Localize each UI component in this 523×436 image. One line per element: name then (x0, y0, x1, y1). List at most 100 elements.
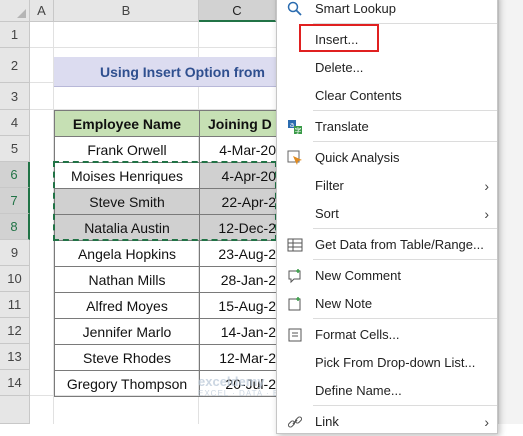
new-note-icon (287, 296, 303, 312)
row-header-8[interactable]: 8 (0, 214, 30, 240)
table-row: Frank Orwell 4-Mar-20 (54, 136, 277, 163)
menu-label: Format Cells... (315, 327, 400, 342)
sheet-title: Using Insert Option from (54, 57, 276, 87)
table-icon (287, 237, 303, 253)
menu-item-sort[interactable]: Sort › (277, 200, 497, 228)
menu-item-smart-lookup[interactable]: Smart Lookup (277, 0, 497, 23)
header-joining-date[interactable]: Joining D (199, 110, 277, 137)
menu-separator (313, 141, 497, 142)
svg-text:字: 字 (295, 126, 302, 135)
link-icon (287, 414, 303, 430)
menu-item-format-cells[interactable]: Format Cells... (277, 321, 497, 349)
menu-item-pick-from-list[interactable]: Pick From Drop-down List... (277, 349, 497, 377)
row-header-6[interactable]: 6 (0, 162, 30, 188)
menu-label: New Note (315, 296, 373, 311)
column-header-c[interactable]: C (199, 0, 276, 22)
joining-date-cell[interactable]: 14-Jan-2 (199, 318, 277, 345)
table-row: Angela Hopkins 23-Aug-2 (54, 240, 277, 267)
menu-label: Smart Lookup (315, 1, 396, 16)
row-header-11[interactable]: 11 (0, 292, 30, 318)
menu-item-link[interactable]: Link › (277, 408, 497, 436)
menu-label: Define Name... (315, 383, 402, 398)
menu-separator (313, 228, 497, 229)
row-header-5[interactable]: 5 (0, 136, 30, 162)
employee-name-cell[interactable]: Angela Hopkins (54, 240, 200, 267)
context-menu: Smart Lookup Insert... Delete... Clear C… (276, 0, 498, 434)
menu-item-define-name[interactable]: Define Name... (277, 377, 497, 405)
employee-name-cell[interactable]: Jennifer Marlo (54, 318, 200, 345)
submenu-chevron-icon: › (484, 178, 489, 194)
menu-label: Quick Analysis (315, 150, 400, 165)
employee-name-cell[interactable]: Steve Smith (54, 188, 200, 215)
select-all-triangle-icon (17, 9, 26, 18)
joining-date-cell[interactable]: 12-Dec-2 (199, 214, 277, 241)
menu-label: Link (315, 414, 339, 429)
joining-date-cell[interactable]: 28-Jan-2 (199, 266, 277, 293)
employee-name-cell[interactable]: Natalia Austin (54, 214, 200, 241)
employee-name-cell[interactable]: Moises Henriques (54, 162, 200, 189)
column-header-a[interactable]: A (30, 0, 54, 22)
menu-item-delete[interactable]: Delete... (277, 54, 497, 82)
menu-label: Filter (315, 178, 344, 193)
table-row: Steve Rhodes 12-Mar-2 (54, 344, 277, 371)
menu-label: Translate (315, 119, 369, 134)
row-header-2[interactable]: 2 (0, 48, 30, 83)
quick-analysis-icon (287, 150, 303, 166)
right-edge-strip (498, 0, 523, 424)
table-row: Natalia Austin 12-Dec-2 (54, 214, 277, 241)
row-header-9[interactable]: 9 (0, 240, 30, 266)
new-comment-icon (287, 268, 303, 284)
menu-item-filter[interactable]: Filter › (277, 172, 497, 200)
menu-label: Pick From Drop-down List... (315, 355, 476, 370)
employee-name-cell[interactable]: Frank Orwell (54, 136, 200, 163)
employee-table: Employee Name Joining D Frank Orwell 4-M… (54, 110, 277, 397)
table-row: Moises Henriques 4-Apr-20 (54, 162, 277, 189)
menu-item-new-comment[interactable]: New Comment (277, 262, 497, 290)
employee-name-cell[interactable]: Nathan Mills (54, 266, 200, 293)
translate-icon: a字 (287, 119, 303, 135)
select-all-corner[interactable] (0, 0, 30, 22)
row-header-3[interactable]: 3 (0, 83, 30, 110)
joining-date-cell[interactable]: 23-Aug-2 (199, 240, 277, 267)
row-header-13[interactable]: 13 (0, 344, 30, 370)
menu-separator (313, 318, 497, 319)
menu-item-quick-analysis[interactable]: Quick Analysis (277, 144, 497, 172)
row-header-1[interactable]: 1 (0, 22, 30, 48)
joining-date-cell[interactable]: 4-Mar-20 (199, 136, 277, 163)
joining-date-cell[interactable]: 15-Aug-2 (199, 292, 277, 319)
menu-label: Delete... (315, 60, 364, 75)
submenu-chevron-icon: › (484, 206, 489, 222)
row-header-14[interactable]: 14 (0, 370, 30, 396)
menu-item-translate[interactable]: a字 Translate (277, 113, 497, 141)
joining-date-cell[interactable]: 22-Apr-2 (199, 188, 277, 215)
menu-separator (313, 405, 497, 406)
format-cells-icon (287, 327, 303, 343)
menu-item-clear-contents[interactable]: Clear Contents (277, 82, 497, 110)
employee-name-cell[interactable]: Gregory Thompson (54, 370, 200, 397)
menu-item-get-data[interactable]: Get Data from Table/Range... (277, 231, 497, 259)
menu-label: Sort (315, 206, 339, 221)
table-row: Jennifer Marlo 14-Jan-2 (54, 318, 277, 345)
header-employee-name[interactable]: Employee Name (54, 110, 200, 137)
row-header-15[interactable] (0, 396, 30, 424)
table-header-row: Employee Name Joining D (54, 110, 277, 137)
insert-highlight-box (299, 24, 379, 52)
menu-label: Clear Contents (315, 88, 402, 103)
menu-item-new-note[interactable]: New Note (277, 290, 497, 318)
table-row: Nathan Mills 28-Jan-2 (54, 266, 277, 293)
column-header-b[interactable]: B (54, 0, 199, 22)
menu-separator (313, 110, 497, 111)
joining-date-cell[interactable]: 4-Apr-20 (199, 162, 277, 189)
employee-name-cell[interactable]: Steve Rhodes (54, 344, 200, 371)
row-header-7[interactable]: 7 (0, 188, 30, 214)
info-search-icon (287, 1, 303, 17)
table-row: Alfred Moyes 15-Aug-2 (54, 292, 277, 319)
submenu-chevron-icon: › (484, 414, 489, 430)
row-header-4[interactable]: 4 (0, 110, 30, 136)
row-header-12[interactable]: 12 (0, 318, 30, 344)
menu-label: New Comment (315, 268, 401, 283)
row-header-10[interactable]: 10 (0, 266, 30, 292)
employee-name-cell[interactable]: Alfred Moyes (54, 292, 200, 319)
joining-date-cell[interactable]: 12-Mar-2 (199, 344, 277, 371)
menu-label: Get Data from Table/Range... (315, 237, 484, 252)
